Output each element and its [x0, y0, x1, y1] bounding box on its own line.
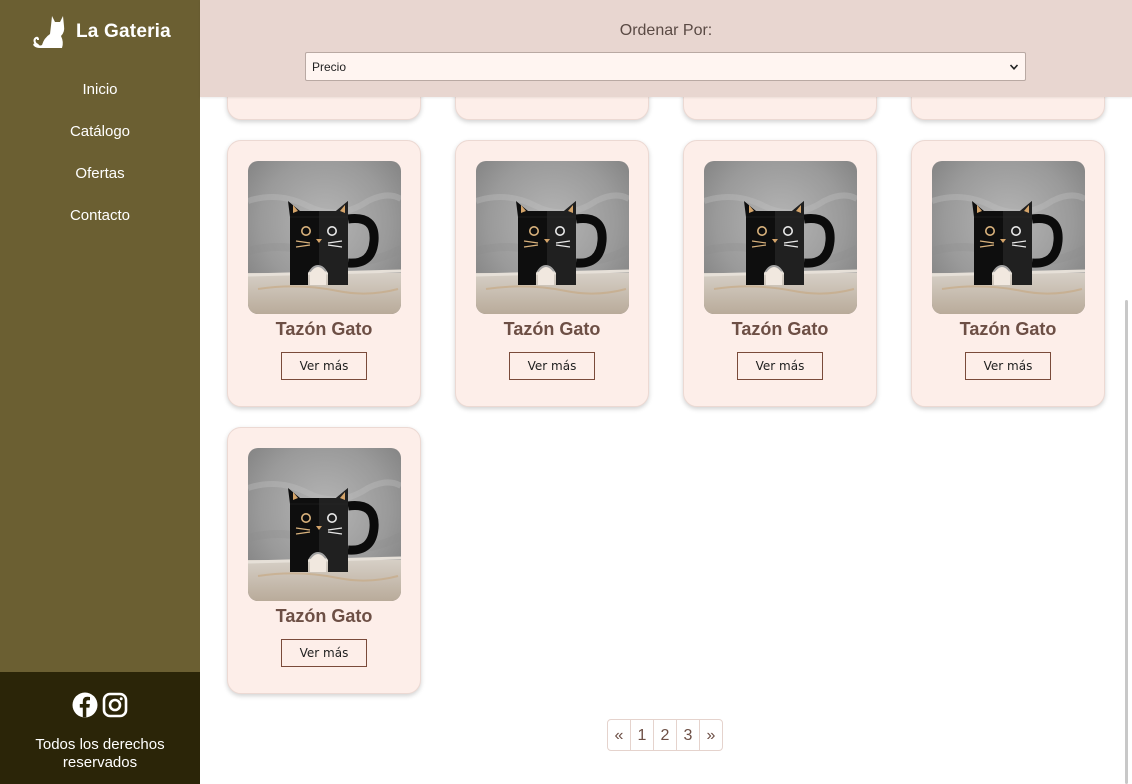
- chevron-down-icon: [1009, 63, 1019, 70]
- pagination-prev[interactable]: «: [607, 719, 631, 751]
- view-more-button[interactable]: Ver más: [281, 639, 367, 667]
- pagination: « 1 2 3 »: [607, 719, 723, 751]
- pagination-page-2[interactable]: 2: [653, 719, 677, 751]
- product-title: Tazón Gato: [731, 319, 829, 339]
- facebook-icon[interactable]: [72, 692, 98, 718]
- product-card: Tazón Gato Ver más: [911, 140, 1105, 407]
- product-card: Tazón Gato Ver más: [683, 140, 877, 407]
- sort-label: Ordenar Por:: [619, 22, 713, 39]
- sort-selected-value: Precio: [312, 59, 347, 74]
- product-card: Tazón Gato Ver más: [227, 427, 421, 694]
- product-image[interactable]: [704, 161, 857, 314]
- cat-silhouette-icon: [33, 16, 65, 48]
- product-card: Tazón Gato Ver más: [227, 140, 421, 407]
- sort-select[interactable]: Precio: [305, 52, 1026, 81]
- nav-item-ofertas[interactable]: Ofertas: [0, 162, 200, 204]
- instagram-icon[interactable]: [102, 692, 128, 718]
- brand-logo[interactable]: La Gateria: [30, 14, 171, 50]
- product-image[interactable]: [248, 161, 401, 314]
- sidebar: La Gateria Inicio Catálogo Ofertas Conta…: [0, 0, 200, 784]
- product-title: Tazón Gato: [275, 319, 373, 339]
- main-nav: Inicio Catálogo Ofertas Contacto: [0, 78, 200, 246]
- nav-item-inicio[interactable]: Inicio: [0, 78, 200, 120]
- nav-item-catalogo[interactable]: Catálogo: [0, 120, 200, 162]
- sort-bar: Ordenar Por: Precio: [200, 0, 1132, 97]
- view-more-button[interactable]: Ver más: [737, 352, 823, 380]
- pagination-page-3[interactable]: 3: [676, 719, 700, 751]
- product-title: Tazón Gato: [503, 319, 601, 339]
- product-image[interactable]: [476, 161, 629, 314]
- social-links: [0, 692, 200, 718]
- product-image[interactable]: [248, 448, 401, 601]
- view-more-button[interactable]: Ver más: [965, 352, 1051, 380]
- sidebar-footer: Todos los derechos reservados: [0, 672, 200, 784]
- view-more-button[interactable]: Ver más: [509, 352, 595, 380]
- pagination-page-1[interactable]: 1: [630, 719, 654, 751]
- product-image[interactable]: [932, 161, 1085, 314]
- view-more-button[interactable]: Ver más: [281, 352, 367, 380]
- pagination-next[interactable]: »: [699, 719, 723, 751]
- copyright-text: Todos los derechos reservados: [35, 736, 165, 771]
- scrollbar[interactable]: [1125, 300, 1128, 784]
- product-card: Tazón Gato Ver más: [455, 140, 649, 407]
- product-title: Tazón Gato: [959, 319, 1057, 339]
- brand-name: La Gateria: [76, 21, 171, 42]
- nav-item-contacto[interactable]: Contacto: [0, 204, 200, 246]
- product-title: Tazón Gato: [275, 606, 373, 626]
